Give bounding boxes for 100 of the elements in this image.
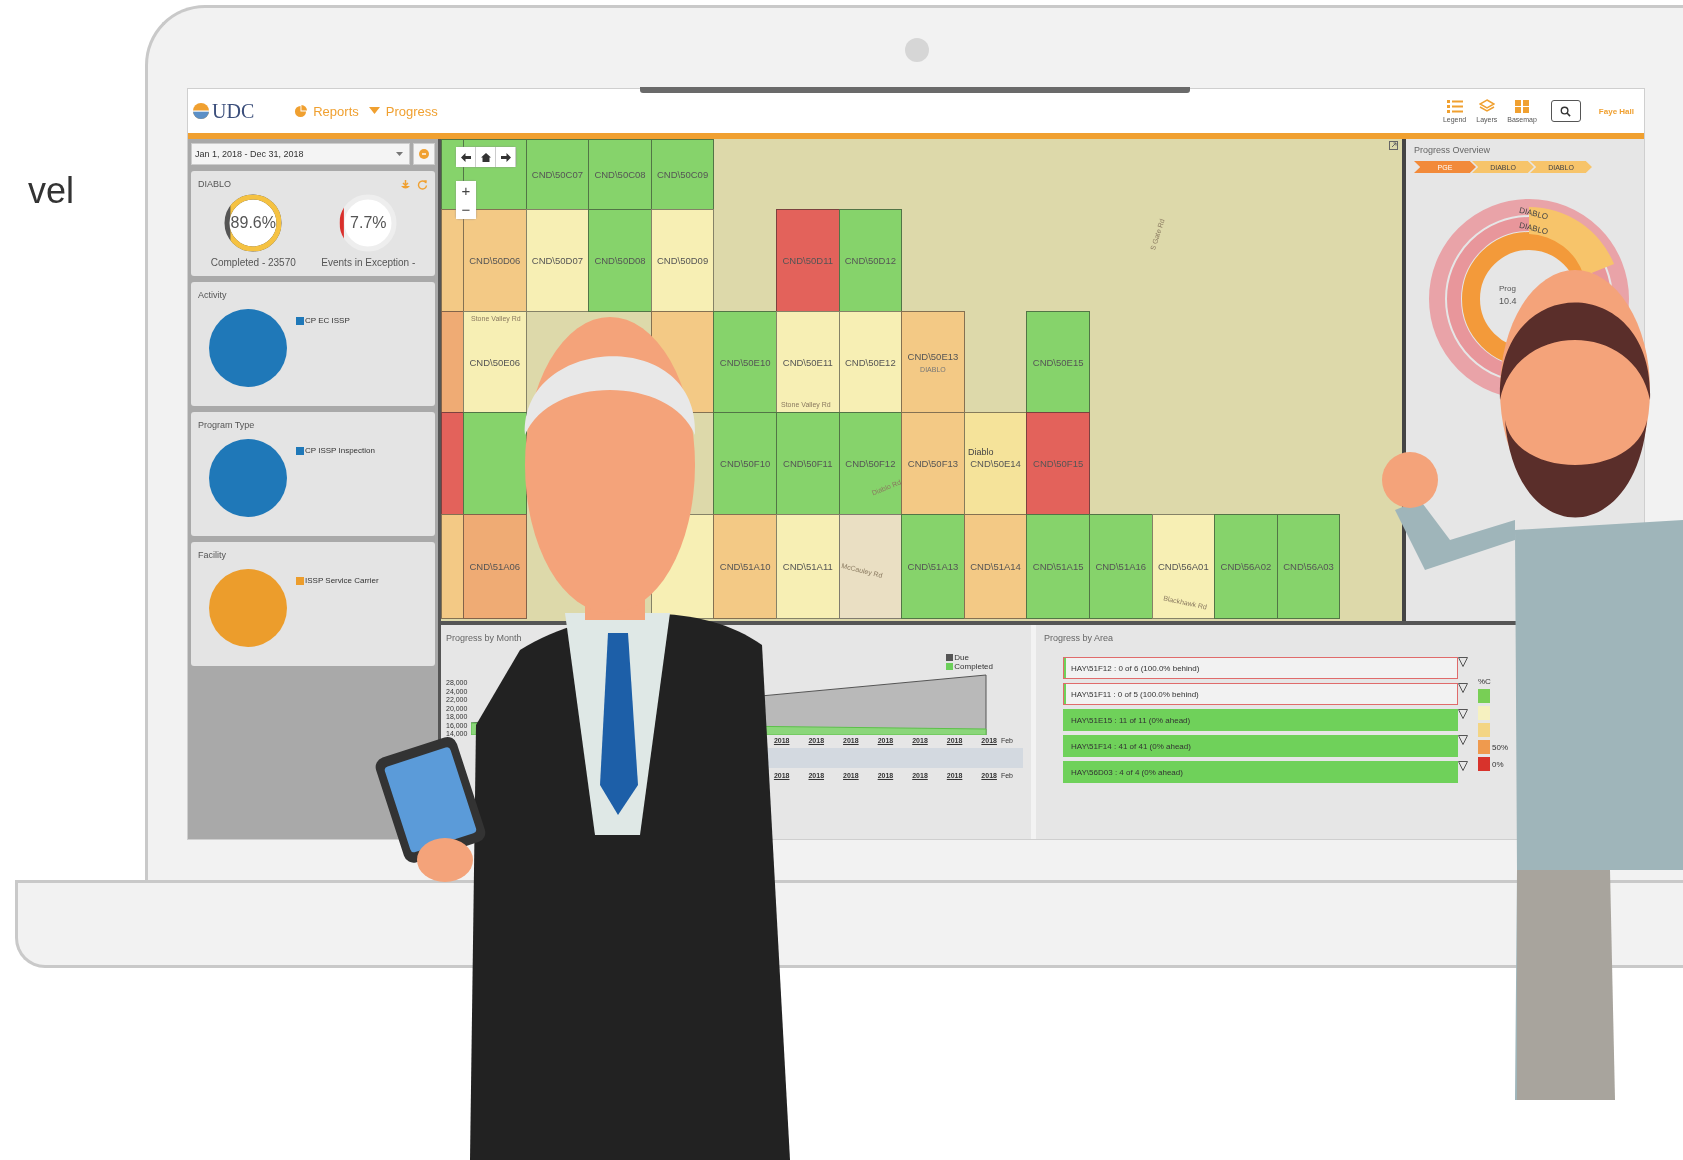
filter-icon[interactable] [1458, 735, 1468, 745]
arrow-right-icon [500, 152, 511, 162]
map-cell[interactable]: CND\51A14 [963, 514, 1028, 619]
area-progress-bar[interactable]: HAY\51F11 : 0 of 5 (100.0% behind) [1063, 683, 1458, 705]
zoom-button[interactable]: + [456, 181, 476, 200]
map-cell[interactable]: CND\51A15 [1026, 514, 1090, 619]
cell-label: CND\50E10 [719, 356, 771, 368]
map-cell[interactable] [441, 514, 464, 619]
map-cell[interactable]: CND\50C08 [588, 139, 652, 210]
card-title: Facility [198, 550, 226, 560]
center-label: Prog [1499, 284, 1516, 293]
area-progress-bar[interactable]: HAY\51F14 : 41 of 41 (0% ahead) [1063, 735, 1458, 757]
map-cell[interactable]: CND\50F13 [901, 412, 965, 515]
cell-label: CND\51A15 [1032, 561, 1084, 572]
map-cell[interactable]: CND\51A06 [463, 514, 527, 619]
caret-icon [368, 107, 380, 115]
drawer-handle[interactable] [640, 87, 1190, 93]
forward-button[interactable] [496, 147, 516, 167]
cell-label: CND\50E12 [845, 356, 896, 368]
map-cell[interactable]: CND\51A13 [901, 514, 965, 619]
panel-title: Progress by Area [1044, 633, 1114, 643]
panel-title: Progress by Month [446, 633, 522, 643]
home-button[interactable] [476, 147, 496, 167]
map-cell[interactable]: CND\56A03 [1276, 514, 1341, 619]
map-cell[interactable]: CND\50E10 [713, 311, 777, 413]
card-title: DIABLO [198, 179, 231, 190]
arrow-left-icon [460, 152, 471, 162]
cell-label: CND\51A10 [719, 561, 771, 572]
cell-label: CND\50E15 [1032, 356, 1084, 368]
cell-label: CND\51A14 [970, 561, 1021, 572]
cell-label: CND\50F15 [1033, 458, 1084, 469]
map-cell[interactable] [838, 514, 903, 619]
caret-icon [396, 151, 403, 157]
home-icon [480, 152, 491, 162]
pie-chart-icon [294, 104, 308, 118]
map-cell[interactable]: CND\50D09 [650, 209, 715, 312]
map-cell[interactable]: CND\50E12 [838, 311, 903, 413]
legend-label: 0% [1492, 759, 1504, 769]
ring-label: DIABLO [1518, 220, 1549, 237]
area-progress-bar[interactable]: HAY\56D03 : 4 of 4 (0% ahead) [1063, 761, 1458, 783]
cell-label: CND\50F10 [720, 458, 771, 469]
filter-icon[interactable] [1458, 761, 1468, 771]
filter-icon[interactable] [1458, 657, 1468, 667]
cell-label: CND\50D12 [844, 255, 896, 266]
map-cell[interactable] [441, 311, 464, 413]
ring-label: DIABLO [1518, 205, 1549, 222]
cell-label: CND\51A16 [1095, 561, 1147, 572]
logo-icon [192, 102, 210, 120]
area-progress-bar[interactable]: HAY\51E15 : 11 of 11 (0% ahead) [1063, 709, 1458, 731]
cell-label: CND\56A02 [1220, 561, 1272, 572]
map-cell[interactable]: CND\50F11 [775, 412, 840, 515]
map-cell[interactable]: CND\51A16 [1088, 514, 1153, 619]
cell-label: CND\50C08 [594, 169, 646, 180]
map-cell[interactable]: CND\50F10 [713, 412, 777, 515]
legend-label: ISSP Service Carrier [305, 576, 379, 585]
cell-label: CND\50E11 [782, 356, 833, 368]
progress-label: HAY\51F11 : 0 of 5 (100.0% behind) [1070, 689, 1199, 699]
area-progress-bar[interactable]: HAY\51F12 : 0 of 6 (100.0% behind) [1063, 657, 1458, 679]
filter-icon[interactable] [1458, 709, 1468, 719]
filter-icon[interactable] [1458, 683, 1468, 693]
map-cell[interactable]: CND\50C07 [525, 139, 590, 210]
map-cell[interactable]: CND\56A02 [1214, 514, 1278, 619]
map-cell[interactable] [463, 412, 527, 515]
map-cell[interactable]: CND\50D07 [525, 209, 590, 312]
expand-icon[interactable] [1389, 141, 1398, 150]
date-range-value: Jan 1, 2018 - Dec 31, 2018 [195, 149, 304, 159]
card-title: Activity [198, 290, 227, 300]
minus-circle-icon [419, 149, 429, 159]
cell-label: CND\50D06 [469, 255, 521, 266]
legend-label: CP EC ISSP [305, 316, 350, 325]
logo-text: UDC [212, 99, 255, 123]
legend-label: CP ISSP Inspection [305, 446, 375, 455]
map-cell[interactable]: CND\50D12 [838, 209, 903, 312]
cell-label: CND\50E06 [469, 356, 521, 368]
date-range-dropdown[interactable]: Jan 1, 2018 - Dec 31, 2018 [191, 143, 410, 165]
map-cell[interactable]: CND\51A10 [713, 514, 777, 619]
layers-icon [1478, 99, 1495, 114]
cell-label: CND\50E14 [970, 458, 1021, 469]
progress-label: HAY\51E15 : 11 of 11 (0% ahead) [1070, 715, 1191, 725]
card-title: Program Type [198, 420, 255, 430]
search-icon [1560, 105, 1572, 117]
map-cell[interactable]: CND\50D08 [588, 209, 652, 312]
cell-label: CND\50C09 [656, 169, 709, 180]
map-cell[interactable]: CND\50E15 [1026, 311, 1090, 413]
cell-label: CND\50D07 [531, 255, 583, 266]
zoom-button[interactable]: − [456, 200, 476, 219]
map-cell[interactable]: CND\50C09 [650, 139, 715, 210]
grid-icon [1514, 99, 1531, 114]
map-cell[interactable]: CND\51A11 [775, 514, 840, 619]
cell-label: CND\51A06 [469, 561, 521, 572]
camera-icon [905, 38, 929, 62]
legend-label: Due [954, 653, 969, 662]
search-button[interactable] [1550, 100, 1581, 122]
back-button[interactable] [456, 147, 476, 167]
cell-label: CND\51A13 [907, 561, 959, 572]
progress-label: HAY\56D03 : 4 of 4 (0% ahead) [1070, 767, 1183, 777]
progress-label: HAY\51F12 : 0 of 6 (100.0% behind) [1070, 663, 1200, 673]
progress-label: HAY\51F14 : 41 of 41 (0% ahead) [1070, 741, 1191, 751]
gauge-caption: Completed - 23570 [210, 257, 296, 268]
gauge-value: 7.7% [350, 214, 387, 232]
